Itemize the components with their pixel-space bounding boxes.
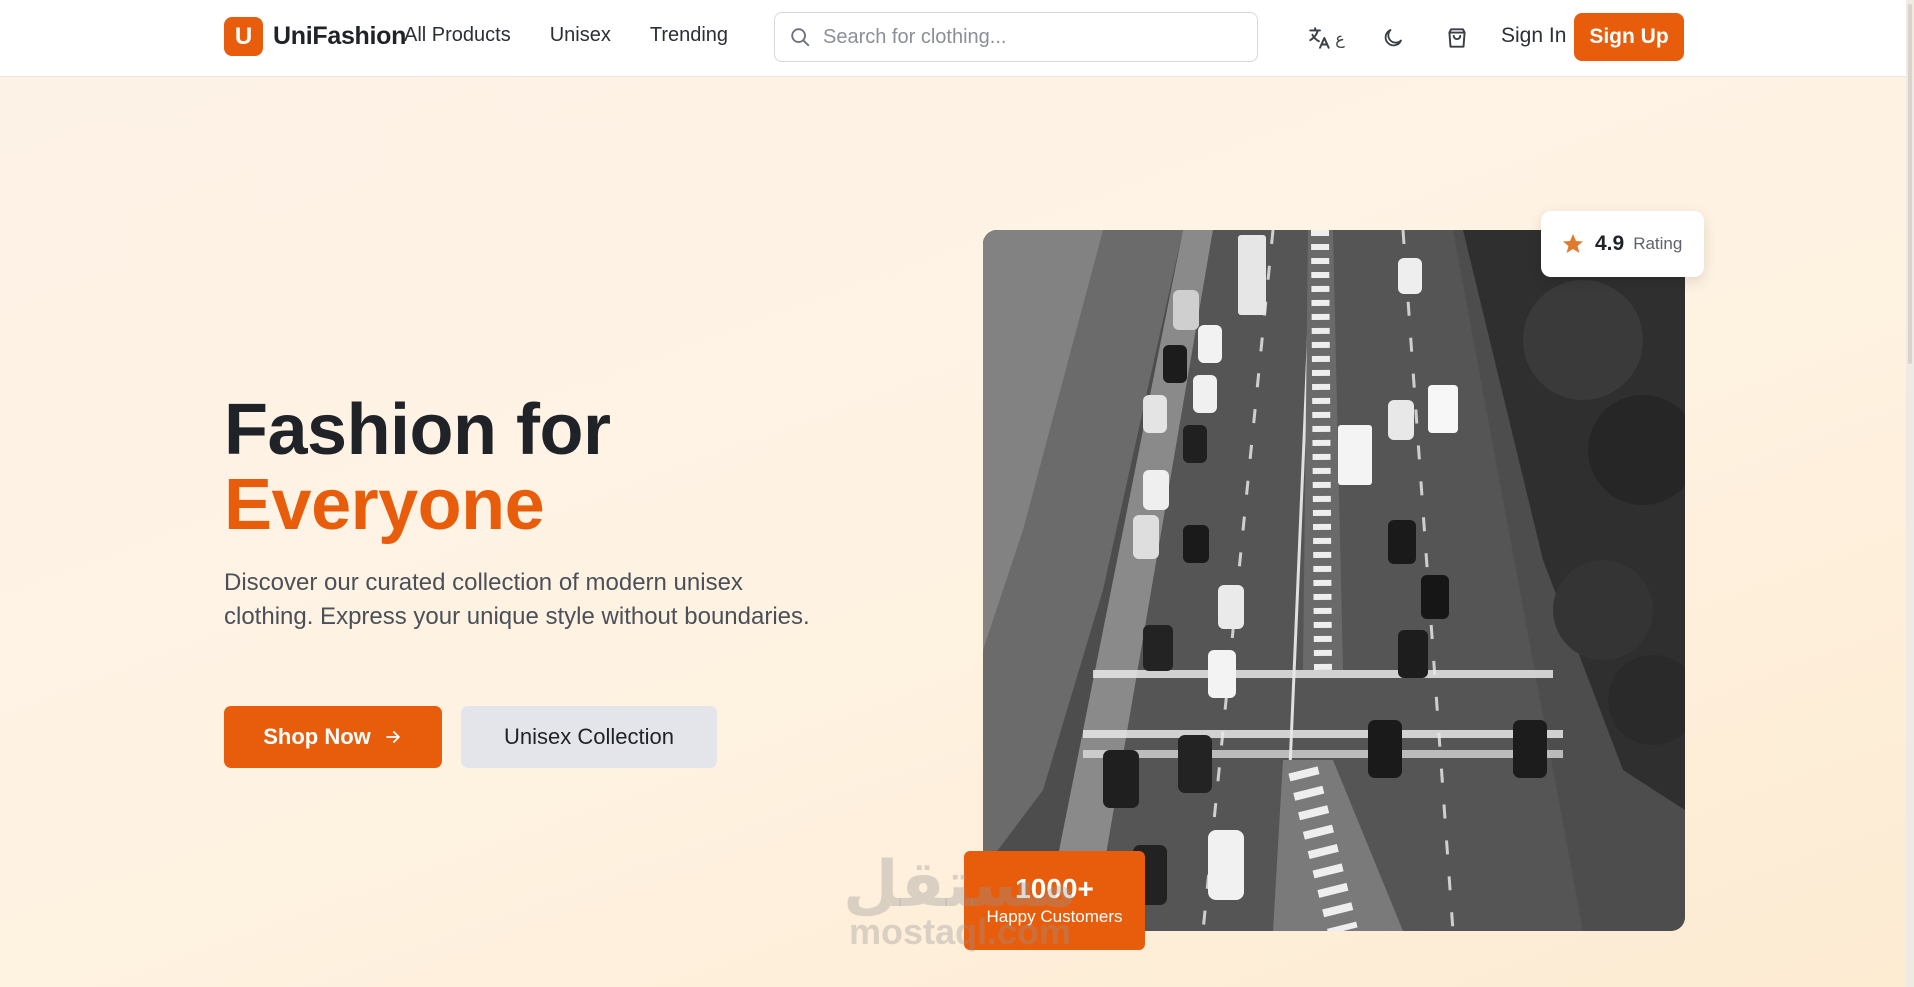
hero-title-line-1: Fashion for xyxy=(224,390,611,470)
top-navigation-bar: U UniFashion All Products Unisex Trendin… xyxy=(0,0,1914,77)
hero-image-street-scene xyxy=(983,230,1685,931)
page-scrollbar-thumb[interactable] xyxy=(1908,4,1912,364)
hero-description: Discover our curated collection of moder… xyxy=(224,569,810,630)
arabic-language-glyph: ع xyxy=(1335,28,1345,48)
shopping-cart-button[interactable] xyxy=(1438,20,1476,56)
street-scene-illustration xyxy=(983,230,1685,931)
rating-value: 4.9 xyxy=(1595,232,1625,255)
brand-name: UniFashion xyxy=(273,22,407,50)
brand-logo-mark: U xyxy=(224,17,263,56)
shopping-bag-icon xyxy=(1448,28,1466,48)
shop-now-button[interactable]: Shop Now xyxy=(224,706,442,768)
arrow-right-icon xyxy=(386,731,400,743)
hero-title-line-2: Everyone xyxy=(224,465,545,545)
search-icon xyxy=(791,28,810,47)
mostaql-watermark: مستقل mostaql.com xyxy=(840,850,1080,950)
nav-link-trending[interactable]: Trending xyxy=(650,24,728,47)
moon-icon xyxy=(1384,29,1402,47)
rating-badge: 4.9 Rating xyxy=(1541,211,1704,277)
main-nav: All Products Unisex Trending xyxy=(404,24,767,47)
unisex-collection-button[interactable]: Unisex Collection xyxy=(461,706,717,768)
shop-now-label: Shop Now xyxy=(263,724,371,749)
search-input[interactable] xyxy=(823,25,1243,49)
language-toggle-button[interactable]: ع xyxy=(1302,20,1350,56)
rating-label: Rating xyxy=(1633,234,1683,253)
search-box xyxy=(774,12,1258,62)
dark-mode-toggle-button[interactable] xyxy=(1374,20,1412,56)
star-icon xyxy=(1563,234,1583,253)
sign-up-button[interactable]: Sign Up xyxy=(1574,13,1684,61)
nav-link-unisex[interactable]: Unisex xyxy=(550,24,611,47)
sign-in-link[interactable]: Sign In xyxy=(1501,24,1566,48)
nav-link-all-products[interactable]: All Products xyxy=(404,24,511,47)
watermark-arabic-text: مستقل xyxy=(842,848,1078,922)
watermark-latin-text: mostaql.com xyxy=(848,911,1072,952)
hero-title: Fashion for Everyone xyxy=(224,393,611,543)
translate-icon xyxy=(1309,27,1330,49)
brand-logo-link[interactable]: U UniFashion xyxy=(224,17,406,56)
